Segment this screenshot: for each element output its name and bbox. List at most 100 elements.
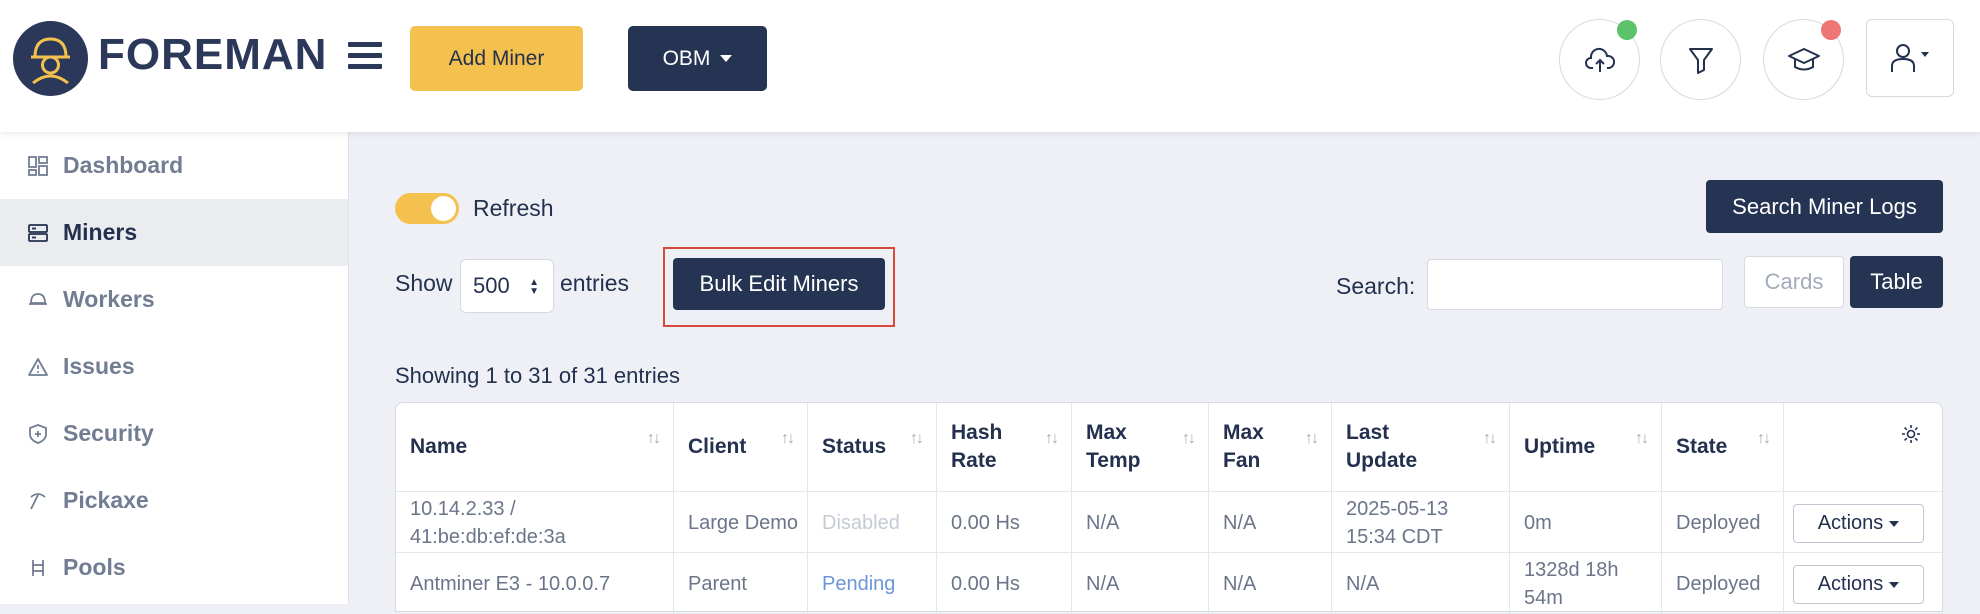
search-label: Search:	[1336, 273, 1416, 299]
actions-dropdown-button[interactable]: Actions	[1793, 504, 1924, 543]
entries-label: entries	[560, 270, 630, 296]
search-input[interactable]	[1427, 259, 1723, 310]
sidebar: Dashboard Miners Workers Issues Security…	[0, 132, 349, 604]
entries-summary: Showing 1 to 31 of 31 entries	[395, 363, 680, 388]
brand-name: FOREMAN	[98, 30, 328, 79]
sidebar-item-pickaxe[interactable]: Pickaxe	[0, 467, 348, 534]
chevron-down-icon	[720, 55, 733, 63]
main-content: Refresh Search Miner Logs Show 500 ▲ ▼ en…	[349, 132, 1980, 614]
sort-icon: ↑↓	[1182, 430, 1196, 447]
sidebar-item-label: Workers	[63, 286, 155, 312]
sidebar-item-miners[interactable]: Miners	[0, 199, 348, 266]
column-header-max-fan[interactable]: Max Fan ↑↓	[1209, 403, 1332, 491]
cell-status: Disabled	[808, 492, 937, 553]
table-row[interactable]: 10.14.2.33 / 41:be:db:ef:de:3a Large Dem…	[396, 491, 1944, 553]
user-icon	[1891, 44, 1929, 72]
sidebar-item-workers[interactable]: Workers	[0, 266, 348, 333]
pickaxe-icon	[27, 490, 49, 512]
column-label: Name	[410, 435, 468, 458]
table-view-button[interactable]: Table	[1850, 256, 1943, 308]
column-header-status[interactable]: Status ↑↓	[808, 403, 937, 491]
bulk-edit-highlight: Bulk Edit Miners	[663, 247, 895, 327]
cell-max-fan: N/A	[1209, 553, 1332, 614]
cards-view-button[interactable]: Cards	[1744, 256, 1844, 308]
menu-toggle-icon[interactable]	[348, 42, 382, 70]
cloud-upload-icon	[1584, 47, 1615, 72]
sort-icon: ↑↓	[647, 430, 661, 447]
page-size-select[interactable]: 500 ▲ ▼	[460, 259, 554, 313]
column-label: Hash Rate	[951, 421, 1003, 472]
sort-icon: ↑↓	[781, 430, 795, 447]
actions-label: Actions	[1817, 573, 1884, 595]
sort-icon: ↑↓	[1757, 430, 1771, 447]
cell-uptime: 0m	[1510, 492, 1662, 553]
miners-table: Name ↑↓ Client ↑↓ Status ↑↓ Hash Rate ↑↓ Max…	[395, 402, 1944, 614]
sidebar-item-label: Issues	[63, 353, 135, 379]
top-bar: FOREMAN Add Miner OBM	[0, 0, 1980, 132]
upload-button[interactable]	[1559, 19, 1640, 100]
page-size-value: 500	[473, 273, 510, 298]
bulk-edit-miners-button[interactable]: Bulk Edit Miners	[673, 258, 885, 310]
cell-hash-rate: 0.00 Hs	[937, 553, 1072, 614]
chevron-down-icon	[1889, 581, 1900, 588]
refresh-toggle[interactable]	[395, 193, 459, 224]
sidebar-item-label: Miners	[63, 219, 138, 245]
cell-state: Deployed	[1662, 553, 1784, 614]
column-header-max-temp[interactable]: Max Temp ↑↓	[1072, 403, 1209, 491]
column-header-uptime[interactable]: Uptime ↑↓	[1510, 403, 1662, 491]
cell-client: Parent	[674, 553, 808, 614]
sidebar-item-dashboard[interactable]: Dashboard	[0, 132, 348, 199]
column-label: State	[1676, 435, 1728, 458]
pools-icon	[27, 557, 49, 579]
column-header-last-update[interactable]: Last Update ↑↓	[1332, 403, 1510, 491]
select-arrows-icon: ▲ ▼	[529, 277, 539, 297]
column-header-name[interactable]: Name ↑↓	[396, 403, 674, 491]
cell-uptime: 1328d 18h 54m	[1510, 553, 1662, 614]
column-label: Client	[688, 435, 747, 458]
actions-dropdown-button[interactable]: Actions	[1793, 565, 1924, 604]
cell-name: Antminer E3 - 10.0.0.7	[396, 553, 674, 614]
chevron-down-icon	[1889, 520, 1900, 527]
dashboard-icon	[27, 155, 49, 177]
column-label: Max Temp	[1086, 421, 1141, 472]
sidebar-item-label: Pickaxe	[63, 487, 149, 513]
cell-client: Large Demo	[674, 492, 808, 553]
server-icon	[27, 222, 49, 244]
sidebar-item-issues[interactable]: Issues	[0, 333, 348, 400]
sidebar-item-label: Pools	[63, 554, 126, 580]
warning-icon	[27, 356, 49, 378]
foreman-logo[interactable]	[13, 21, 88, 96]
sidebar-item-security[interactable]: Security	[0, 400, 348, 467]
refresh-label: Refresh	[473, 195, 554, 221]
cell-max-temp: N/A	[1072, 553, 1209, 614]
obm-label: OBM	[662, 46, 711, 70]
column-label: Max Fan	[1223, 421, 1264, 472]
search-miner-logs-button[interactable]: Search Miner Logs	[1706, 180, 1943, 233]
gear-icon	[1902, 425, 1920, 443]
learning-button[interactable]	[1763, 19, 1844, 100]
sort-icon: ↑↓	[910, 430, 924, 447]
notification-indicator	[1821, 20, 1841, 40]
column-header-hash-rate[interactable]: Hash Rate ↑↓	[937, 403, 1072, 491]
actions-label: Actions	[1817, 512, 1884, 534]
sort-icon: ↑↓	[1483, 430, 1497, 447]
online-indicator	[1617, 20, 1637, 40]
cell-max-fan: N/A	[1209, 492, 1332, 553]
filter-button[interactable]	[1660, 19, 1741, 100]
column-label: Status	[822, 435, 887, 458]
obm-dropdown-button[interactable]: OBM	[628, 26, 767, 91]
column-settings[interactable]	[1784, 403, 1944, 491]
column-header-client[interactable]: Client ↑↓	[674, 403, 808, 491]
hard-hat-icon	[27, 289, 49, 311]
cell-state: Deployed	[1662, 492, 1784, 553]
cell-last-update: 2025-05-13 15:34 CDT	[1332, 492, 1510, 553]
sidebar-item-label: Security	[63, 420, 154, 446]
sidebar-item-pools[interactable]: Pools	[0, 534, 348, 601]
graduation-cap-icon	[1787, 47, 1820, 70]
toggle-knob	[431, 196, 456, 221]
user-menu-button[interactable]	[1866, 19, 1954, 97]
column-header-state[interactable]: State ↑↓	[1662, 403, 1784, 491]
add-miner-button[interactable]: Add Miner	[410, 26, 583, 91]
filter-icon	[1688, 47, 1713, 74]
column-label: Uptime	[1524, 435, 1596, 458]
